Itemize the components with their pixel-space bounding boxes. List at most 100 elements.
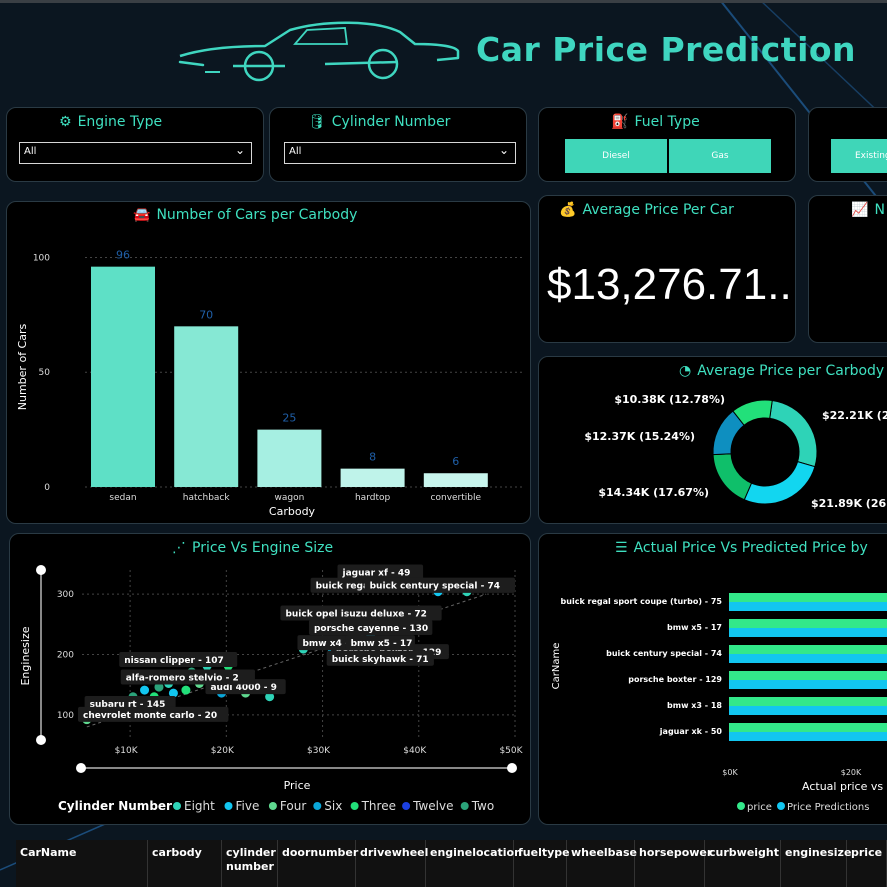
column-header[interactable]: doornumber xyxy=(278,840,358,887)
x-tick-label: $20K xyxy=(841,768,862,777)
fuel-type-filter: ⛽ Fuel Type Diesel Gas xyxy=(538,107,796,182)
x-tick-label: $50K xyxy=(499,746,523,756)
data-table: CarName carbody cylinder number doornumber d… xyxy=(16,840,887,887)
price-bar xyxy=(729,593,887,602)
column-header[interactable]: CarName xyxy=(16,840,148,887)
y-tick-label: 100 xyxy=(57,711,74,721)
data-label: 70 xyxy=(199,308,213,321)
engine-type-value: All xyxy=(24,146,37,157)
cylinder-number-label: Cylinder Number xyxy=(331,114,451,130)
x-zoom-handle xyxy=(507,763,517,773)
actual-vs-predicted-card: ☰ Actual Price Vs Predicted Price by buic… xyxy=(538,533,887,825)
slice-label: $22.21K (27... xyxy=(822,409,887,422)
cylinder-icon: 🛢 xyxy=(308,114,326,130)
x-tick-label: sedan xyxy=(109,493,136,503)
cylinder-number-dropdown[interactable]: All ⌄ xyxy=(284,142,516,164)
column-header[interactable]: enginelocation xyxy=(426,840,522,887)
y-tick-label: 50 xyxy=(39,368,51,378)
y-tick-label: 300 xyxy=(57,590,74,600)
data-label: 6 xyxy=(452,455,459,468)
legend-marker xyxy=(224,802,233,810)
engine-type-filter: ⚙ Engine Type All ⌄ xyxy=(6,107,264,182)
slice-label: $21.89K (26.9... xyxy=(811,497,887,510)
partial-kpi-card: 📈 N xyxy=(808,195,887,343)
x-tick-label: hatchback xyxy=(183,493,231,503)
prediction-bar xyxy=(729,732,887,741)
fuel-pump-icon: ⛽ xyxy=(611,114,629,130)
price-bar xyxy=(729,723,887,732)
x-axis-title: Carbody xyxy=(269,505,316,518)
x-tick-label: $10K xyxy=(115,746,139,756)
category-label: bmw x3 - 18 xyxy=(667,701,722,710)
category-label: buick regal sport coupe (turbo) - 75 xyxy=(561,597,723,606)
column-header[interactable]: horsepower xyxy=(635,840,712,887)
bar-hatchback xyxy=(174,326,239,487)
legend-item: Eight xyxy=(184,799,215,813)
legend-marker xyxy=(313,802,322,810)
donut-slice xyxy=(769,399,818,468)
donut-slice xyxy=(712,453,753,501)
column-header[interactable]: carbody xyxy=(148,840,222,887)
bar-sedan xyxy=(91,266,155,487)
fuel-gas-button[interactable]: Gas xyxy=(669,139,771,173)
x-tick-label: $0K xyxy=(722,768,738,777)
category-label: porsche boxter - 129 xyxy=(628,675,722,684)
legend-item: Five xyxy=(236,799,260,813)
column-header[interactable]: drivewheel xyxy=(356,840,428,887)
slice-label: $14.34K (17.67%) xyxy=(598,486,709,499)
column-header[interactable]: fueltype xyxy=(514,840,570,887)
price-engine-card: ⋰ Price Vs Engine Size 100 200 300 $10K $20K $… xyxy=(9,533,531,825)
engine-icon: ⚙ xyxy=(59,114,72,130)
column-header[interactable]: curbweight xyxy=(705,840,781,887)
category-label: buick century special - 74 xyxy=(606,649,722,658)
data-label: 25 xyxy=(282,412,296,425)
price-bar xyxy=(729,619,887,628)
price-bar xyxy=(729,671,887,680)
legend-marker xyxy=(737,802,745,810)
cylinder-number-value: All xyxy=(289,146,302,157)
legend-item: Price Predictions xyxy=(787,802,869,813)
legend-title: Cylinder Number xyxy=(58,799,172,813)
x-tick-label: hardtop xyxy=(355,493,391,503)
slice-label: $12.37K (15.24%) xyxy=(584,430,695,443)
y-axis-title: Enginesize xyxy=(19,626,32,685)
engine-type-dropdown[interactable]: All ⌄ xyxy=(19,142,252,164)
legend-marker xyxy=(350,802,359,810)
avg-price-carbody-card: ◔Average Price per Carbody $22.21K (27..… xyxy=(538,356,887,524)
point-label: buick century special - 74 xyxy=(370,582,500,592)
y-axis-title: CarName xyxy=(551,643,562,690)
point-label: nissan clipper - 107 xyxy=(124,656,224,666)
column-header[interactable]: cylinder number xyxy=(222,840,278,887)
x-tick-label: $20K xyxy=(211,746,235,756)
y-zoom-handle xyxy=(36,565,46,575)
carbody-count-card: 🚘 Number of Cars per Carbody 0 50 100 96 seda… xyxy=(6,201,531,524)
page-title: Car Price Prediction xyxy=(476,30,857,69)
engine-type-label: Engine Type xyxy=(77,114,163,130)
actual-vs-predicted-bar-chart: buick regal sport coupe (turbo) - 75 bmw … xyxy=(551,593,887,813)
fuel-diesel-button[interactable]: Diesel xyxy=(565,139,667,173)
column-header[interactable]: wheelbase xyxy=(567,840,637,887)
column-header[interactable]: price xyxy=(847,840,887,887)
scatter-point xyxy=(140,685,150,695)
bar-wagon xyxy=(257,429,322,487)
x-tick-label: $40K xyxy=(403,746,427,756)
category-label: bmw x5 - 17 xyxy=(667,623,722,632)
x-zoom-handle xyxy=(76,763,86,773)
prediction-bar xyxy=(729,602,887,611)
bar-convertible xyxy=(423,473,488,487)
prediction-bar xyxy=(729,654,887,663)
avg-price-card: 💰 Average Price Per Car $13,276.71... xyxy=(538,195,796,343)
scatter-point xyxy=(181,685,191,695)
avg-price-value: $13,276.71... xyxy=(547,260,796,309)
legend-marker xyxy=(402,802,411,810)
data-label: 8 xyxy=(369,451,376,464)
x-tick-label: wagon xyxy=(274,493,304,503)
column-header[interactable]: enginesize xyxy=(781,840,851,887)
point-label: jaguar xf - 49 xyxy=(341,568,410,578)
legend-item: Twelve xyxy=(412,799,453,813)
legend-item: price xyxy=(747,802,772,813)
avg-price-label: Average Price Per Car xyxy=(582,202,734,218)
legend-item: Three xyxy=(361,799,396,813)
chevron-down-icon: ⌄ xyxy=(234,143,245,157)
existing-button[interactable]: Existing xyxy=(831,139,887,173)
